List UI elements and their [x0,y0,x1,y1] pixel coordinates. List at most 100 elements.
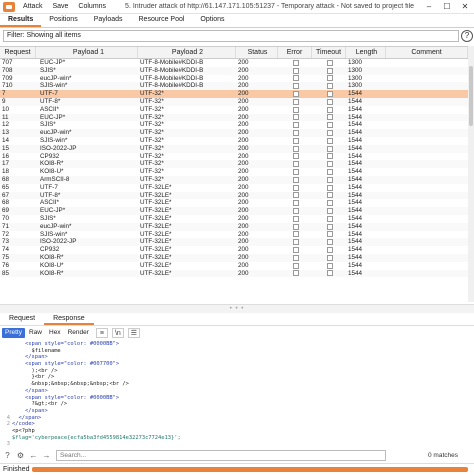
cell-error [278,59,312,67]
table-row[interactable]: 85 KOI8-R* UTF-32LE* 200 1544 [0,269,468,278]
tab-payloads[interactable]: Payloads [86,14,131,27]
raw-button[interactable]: Raw [26,328,45,338]
column-header-request[interactable]: Request [0,47,36,58]
column-header-error[interactable]: Error [278,47,312,58]
table-row[interactable]: 7 UTF-7 UTF-32* 200 1544 [0,90,468,98]
cell-timeout [312,262,346,270]
column-header-length[interactable]: Length [346,47,386,58]
help-circle-icon[interactable]: ? [2,450,13,461]
checkbox [293,67,299,74]
tab-resource-pool[interactable]: Resource Pool [131,14,193,27]
back-icon[interactable]: ← [28,450,39,461]
table-row[interactable]: 69 EUC-JP* UTF-32LE* 200 1544 [0,207,468,215]
cell-payload1: CP932 [40,152,60,160]
cell-error [278,223,312,231]
response-code-view[interactable]: <span style="color: #0000BB"> $filename … [0,341,474,447]
table-row[interactable]: 68 ASCII* UTF-32LE* 200 1544 [0,199,468,207]
minimize-icon[interactable]: – [420,0,438,14]
tab-positions[interactable]: Positions [41,14,85,27]
table-row[interactable]: 707 EUC-JP* UTF-8-Mobile#KDDI-B 200 1300 [0,59,468,67]
cell-payload2: UTF-32LE* [140,207,172,215]
table-row[interactable]: 709 eucJP-win* UTF-8-Mobile#KDDI-B 200 1300 [0,75,468,83]
checkbox [293,145,299,152]
table-row[interactable]: 16 CP932 UTF-32* 200 1544 [0,153,468,161]
tab-options[interactable]: Options [192,14,232,27]
table-row[interactable]: 710 SJIS-win* UTF-8-Mobile#KDDI-B 200 1300 [0,82,468,91]
hex-button[interactable]: Hex [46,328,64,338]
cell-comment [386,160,468,168]
checkbox [293,161,299,168]
cell-timeout [312,82,346,90]
scrollbar-thumb[interactable] [469,66,473,126]
table-row[interactable]: 65 UTF-7 UTF-32LE* 200 1544 [0,184,468,192]
table-row[interactable]: 15 ISO-2022-JP UTF-32* 200 1544 [0,144,468,153]
table-row[interactable]: 71 eucJP-win* UTF-32LE* 200 1544 [0,222,468,231]
table-row[interactable]: 18 KOI8-U* UTF-32* 200 1544 [0,168,468,176]
table-row[interactable]: 68 ArmSCII-8 UTF-32* 200 1544 [0,175,468,184]
tab-response[interactable]: Response [44,313,94,325]
table-row[interactable]: 9 UTF-8* UTF-32* 200 1544 [0,97,468,106]
cell-payload1: UTF-8* [40,191,61,199]
code-line: <span style="color: #0000BB"> [0,341,474,348]
table-row[interactable]: 708 SJIS* UTF-8-Mobile#KDDI-B 200 1300 [0,66,468,75]
table-row[interactable]: 74 CP932 UTF-32LE* 200 1544 [0,246,468,254]
column-header-payload2[interactable]: Payload 2 [138,47,236,58]
checkbox [327,130,333,137]
column-header-comment[interactable]: Comment [386,47,468,58]
checkbox [327,83,333,90]
column-header-status[interactable]: Status [236,47,278,58]
menu-save[interactable]: Save [47,3,73,10]
table-row[interactable]: 76 KOI8-U* UTF-32LE* 200 1544 [0,262,468,270]
column-header-timeout[interactable]: Timeout [312,47,346,58]
actions-icon[interactable]: ≡ [95,328,108,338]
close-icon[interactable]: ✕ [456,0,474,14]
checkbox [327,208,333,215]
table-row[interactable]: 17 KOI8-R* UTF-32* 200 1544 [0,160,468,169]
pane-splitter[interactable]: • • • [0,304,474,313]
cell-request: 14 [2,136,10,144]
table-row[interactable]: 10 ASCII* UTF-32* 200 1544 [0,106,468,114]
table-scrollbar[interactable] [468,46,474,302]
cell-payload2: UTF-32LE* [140,269,172,277]
wrap-lines-icon[interactable]: \n [111,328,124,338]
cell-comment [386,184,468,192]
tab-request[interactable]: Request [0,313,44,325]
cell-request: 75 [2,253,10,261]
filter-bar[interactable]: Filter: Showing all items [3,30,459,42]
search-input[interactable] [56,450,386,461]
line-number [0,374,12,381]
cell-error [278,215,312,223]
table-row[interactable]: 11 EUC-JP* UTF-32* 200 1544 [0,113,468,122]
cell-payload2: UTF-32* [140,105,164,113]
table-row[interactable]: 75 KOI8-R* UTF-32LE* 200 1544 [0,253,468,262]
menu-attack[interactable]: Attack [18,3,47,10]
checkbox [327,67,333,74]
checkbox [293,75,299,82]
cell-payload1: ISO-2022-JP [40,238,77,246]
code-text: $filename [12,347,61,354]
cell-timeout [312,137,346,145]
cell-length: 1544 [348,261,363,269]
menu-columns[interactable]: Columns [73,3,111,10]
line-number: 4 [6,414,10,421]
help-icon[interactable]: ? [461,30,473,42]
cell-request: 710 [2,82,13,90]
gear-icon[interactable]: ⚙ [15,450,26,461]
table-row[interactable]: 12 SJIS* UTF-32* 200 1544 [0,121,468,129]
table-row[interactable]: 70 SJIS* UTF-32LE* 200 1544 [0,215,468,223]
column-header-payload1[interactable]: Payload 1 [36,47,138,58]
cell-comment [386,254,468,262]
pretty-button[interactable]: Pretty [2,328,25,338]
forward-icon[interactable]: → [41,450,52,461]
cell-comment [386,67,468,75]
cell-timeout [312,153,346,161]
tab-results[interactable]: Results [0,14,42,27]
table-row[interactable]: 73 ISO-2022-JP UTF-32LE* 200 1544 [0,238,468,247]
table-row[interactable]: 14 SJIS-win* UTF-32* 200 1544 [0,137,468,145]
maximize-icon[interactable]: ☐ [438,0,456,14]
menu-icon[interactable]: ☰ [127,328,140,338]
table-row[interactable]: 72 SJIS-win* UTF-32LE* 200 1544 [0,231,468,239]
render-button[interactable]: Render [65,328,92,338]
table-row[interactable]: 13 eucJP-win* UTF-32* 200 1544 [0,129,468,137]
table-row[interactable]: 67 UTF-8* UTF-32LE* 200 1544 [0,191,468,200]
